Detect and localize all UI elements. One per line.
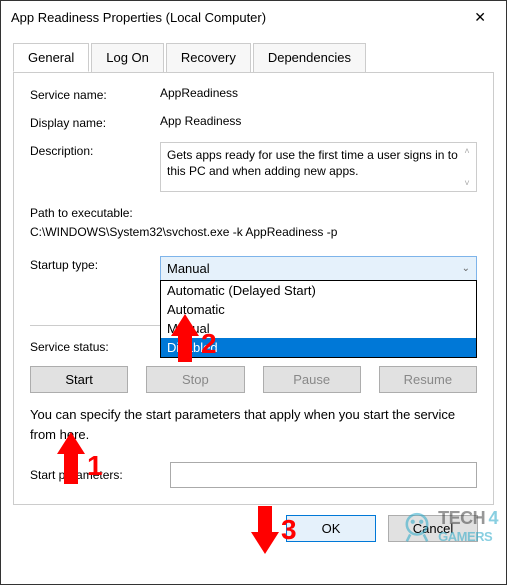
stop-button[interactable]: Stop (146, 366, 244, 393)
tab-logon[interactable]: Log On (91, 43, 164, 72)
pause-button[interactable]: Pause (263, 366, 361, 393)
chevron-down-icon: ⌄ (462, 263, 470, 274)
button-label: OK (322, 521, 341, 536)
tab-label: Dependencies (268, 50, 351, 65)
description-scrollbar[interactable]: ˄ ˅ (460, 145, 474, 189)
button-label: Stop (182, 372, 209, 387)
startup-type-label: Startup type: (30, 256, 160, 272)
watermark-logo-icon (400, 509, 434, 543)
titlebar: App Readiness Properties (Local Computer… (1, 1, 506, 34)
button-label: Resume (404, 372, 452, 387)
resume-button[interactable]: Resume (379, 366, 477, 393)
annotation-arrow-1: 1 (57, 432, 85, 484)
option-automatic-delayed[interactable]: Automatic (Delayed Start) (161, 281, 476, 300)
annotation-number: 3 (281, 514, 297, 546)
window-title: App Readiness Properties (Local Computer… (11, 10, 266, 25)
scroll-down-icon[interactable]: ˅ (460, 177, 474, 189)
client-area: General Log On Recovery Dependencies Ser… (1, 34, 506, 584)
service-status-label: Service status: (30, 338, 160, 354)
service-name-label: Service name: (30, 86, 160, 102)
service-control-buttons: Start Stop Pause Resume (30, 366, 477, 393)
startup-type-value: Manual (167, 261, 210, 276)
startup-type-combobox[interactable]: Manual ⌄ (160, 256, 477, 281)
description-box: Gets apps ready for use the first time a… (160, 142, 477, 192)
annotation-number: 2 (201, 328, 217, 360)
tab-recovery[interactable]: Recovery (166, 43, 251, 72)
button-label: Start (65, 372, 92, 387)
tab-dependencies[interactable]: Dependencies (253, 43, 366, 72)
path-value: C:\WINDOWS\System32\svchost.exe -k AppRe… (30, 223, 477, 242)
option-automatic[interactable]: Automatic (161, 300, 476, 319)
properties-dialog: App Readiness Properties (Local Computer… (0, 0, 507, 585)
description-label: Description: (30, 142, 160, 158)
annotation-arrow-2: 2 (171, 314, 199, 362)
start-params-hint: You can specify the start parameters tha… (30, 405, 477, 444)
service-name-value: AppReadiness (160, 86, 477, 100)
annotation-arrow-3: 3 (251, 506, 279, 554)
tab-general[interactable]: General (13, 43, 89, 72)
tab-label: Recovery (181, 50, 236, 65)
description-text: Gets apps ready for use the first time a… (167, 148, 458, 178)
start-button[interactable]: Start (30, 366, 128, 393)
watermark: TECH 4 GAMERS (400, 508, 498, 544)
annotation-number: 1 (87, 450, 103, 482)
tab-label: General (28, 50, 74, 65)
tab-label: Log On (106, 50, 149, 65)
path-label: Path to executable: (30, 204, 477, 223)
tab-panel-general: Service name: AppReadiness Display name:… (13, 72, 494, 505)
scroll-up-icon[interactable]: ˄ (460, 145, 474, 157)
tab-strip: General Log On Recovery Dependencies (13, 43, 494, 73)
button-label: Pause (293, 372, 330, 387)
ok-button[interactable]: OK (286, 515, 376, 542)
start-params-input[interactable] (170, 462, 477, 488)
close-icon[interactable]: ✕ (464, 9, 496, 26)
display-name-label: Display name: (30, 114, 160, 130)
display-name-value: App Readiness (160, 114, 477, 128)
watermark-text: TECH 4 GAMERS (438, 508, 498, 544)
